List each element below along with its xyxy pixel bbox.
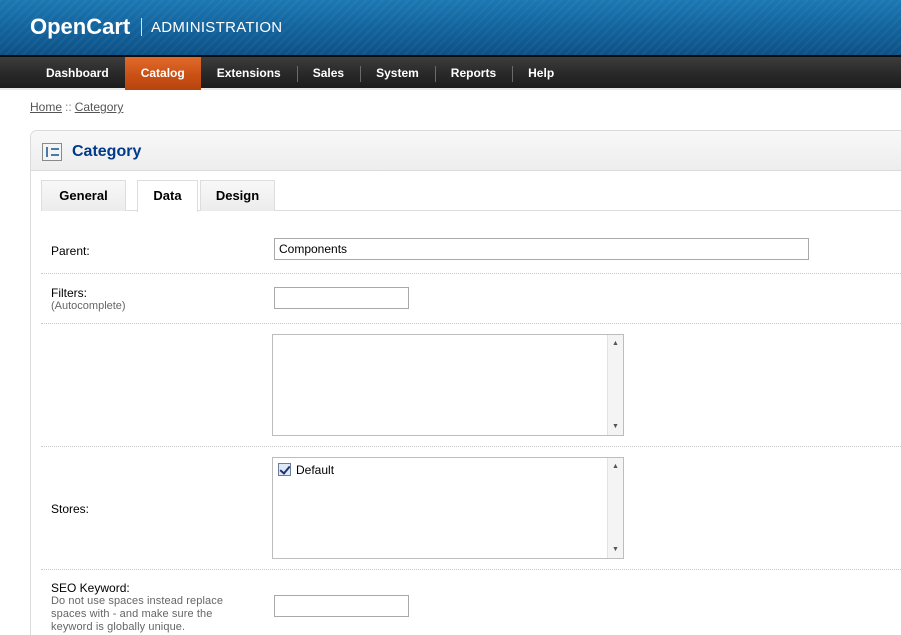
seo-keyword-help: Do not use spaces instead replace spaces…: [51, 595, 224, 633]
tab-general[interactable]: General: [41, 180, 126, 211]
stores-list-box: Default ▲ ▼: [272, 457, 624, 559]
menu-item-system[interactable]: System: [360, 57, 435, 90]
filters-label: Filters:: [51, 286, 87, 300]
scroll-up-icon[interactable]: ▲: [612, 463, 619, 471]
menu-item-reports[interactable]: Reports: [434, 57, 512, 90]
tab-design[interactable]: Design: [200, 180, 275, 211]
seo-keyword-label: SEO Keyword:: [51, 581, 130, 595]
breadcrumb-separator: ::: [65, 100, 72, 114]
form-row-filters: Filters: (Autocomplete): [41, 274, 901, 324]
logo-divider: [141, 18, 142, 36]
filter-list-box[interactable]: ▲ ▼: [272, 334, 624, 436]
store-default-checkbox[interactable]: [278, 463, 291, 476]
stores-list-scrollbar[interactable]: ▲ ▼: [607, 458, 623, 558]
form-row-parent: Parent:: [41, 211, 901, 274]
parent-label: Parent:: [51, 244, 90, 258]
header-bar: OpenCart ADMINISTRATION: [0, 0, 901, 55]
form-row-stores: Stores: Default ▲ ▼: [41, 447, 901, 570]
filters-input[interactable]: [274, 287, 409, 309]
menu-item-catalog[interactable]: Catalog: [124, 57, 201, 90]
menu-item-extensions[interactable]: Extensions: [201, 57, 297, 90]
scroll-down-icon[interactable]: ▼: [612, 423, 619, 431]
category-tree-icon: [42, 143, 62, 161]
tab-bar: General Data Design: [41, 180, 901, 212]
form-row-filter-list: ▲ ▼: [41, 324, 901, 447]
breadcrumb: Home:: Category: [30, 100, 123, 114]
breadcrumb-home-link[interactable]: Home: [30, 100, 62, 114]
store-default-label: Default: [296, 463, 335, 477]
menu-item-sales[interactable]: Sales: [296, 57, 360, 90]
category-panel: Category General Data Design Parent: Fil…: [30, 130, 901, 635]
parent-input[interactable]: [274, 238, 809, 260]
stores-label: Stores:: [51, 502, 90, 516]
main-menu: Dashboard Catalog Extensions Sales Syste…: [0, 55, 901, 90]
logo-subtitle: ADMINISTRATION: [151, 19, 283, 36]
menu-item-dashboard[interactable]: Dashboard: [30, 57, 125, 90]
logo[interactable]: OpenCart: [30, 14, 130, 40]
seo-keyword-input[interactable]: [274, 595, 409, 617]
store-option-default[interactable]: Default: [278, 462, 334, 478]
page-title: Category: [72, 143, 142, 160]
header-background: [0, 0, 901, 55]
panel-heading: Category: [31, 131, 901, 171]
menu-item-help[interactable]: Help: [512, 57, 570, 90]
category-data-form: Parent: Filters: (Autocomplete) ▲ ▼ Stor…: [41, 211, 901, 635]
tab-data[interactable]: Data: [137, 180, 198, 212]
scroll-up-icon[interactable]: ▲: [612, 340, 619, 348]
scroll-down-icon[interactable]: ▼: [612, 546, 619, 554]
filter-list-scrollbar[interactable]: ▲ ▼: [607, 335, 623, 435]
breadcrumb-category-link[interactable]: Category: [75, 100, 124, 114]
form-row-seo-keyword: SEO Keyword: Do not use spaces instead r…: [41, 570, 901, 635]
seo-keyword-label-group: SEO Keyword: Do not use spaces instead r…: [51, 581, 256, 634]
filters-help: (Autocomplete): [51, 300, 126, 312]
filters-label-group: Filters: (Autocomplete): [51, 286, 126, 313]
